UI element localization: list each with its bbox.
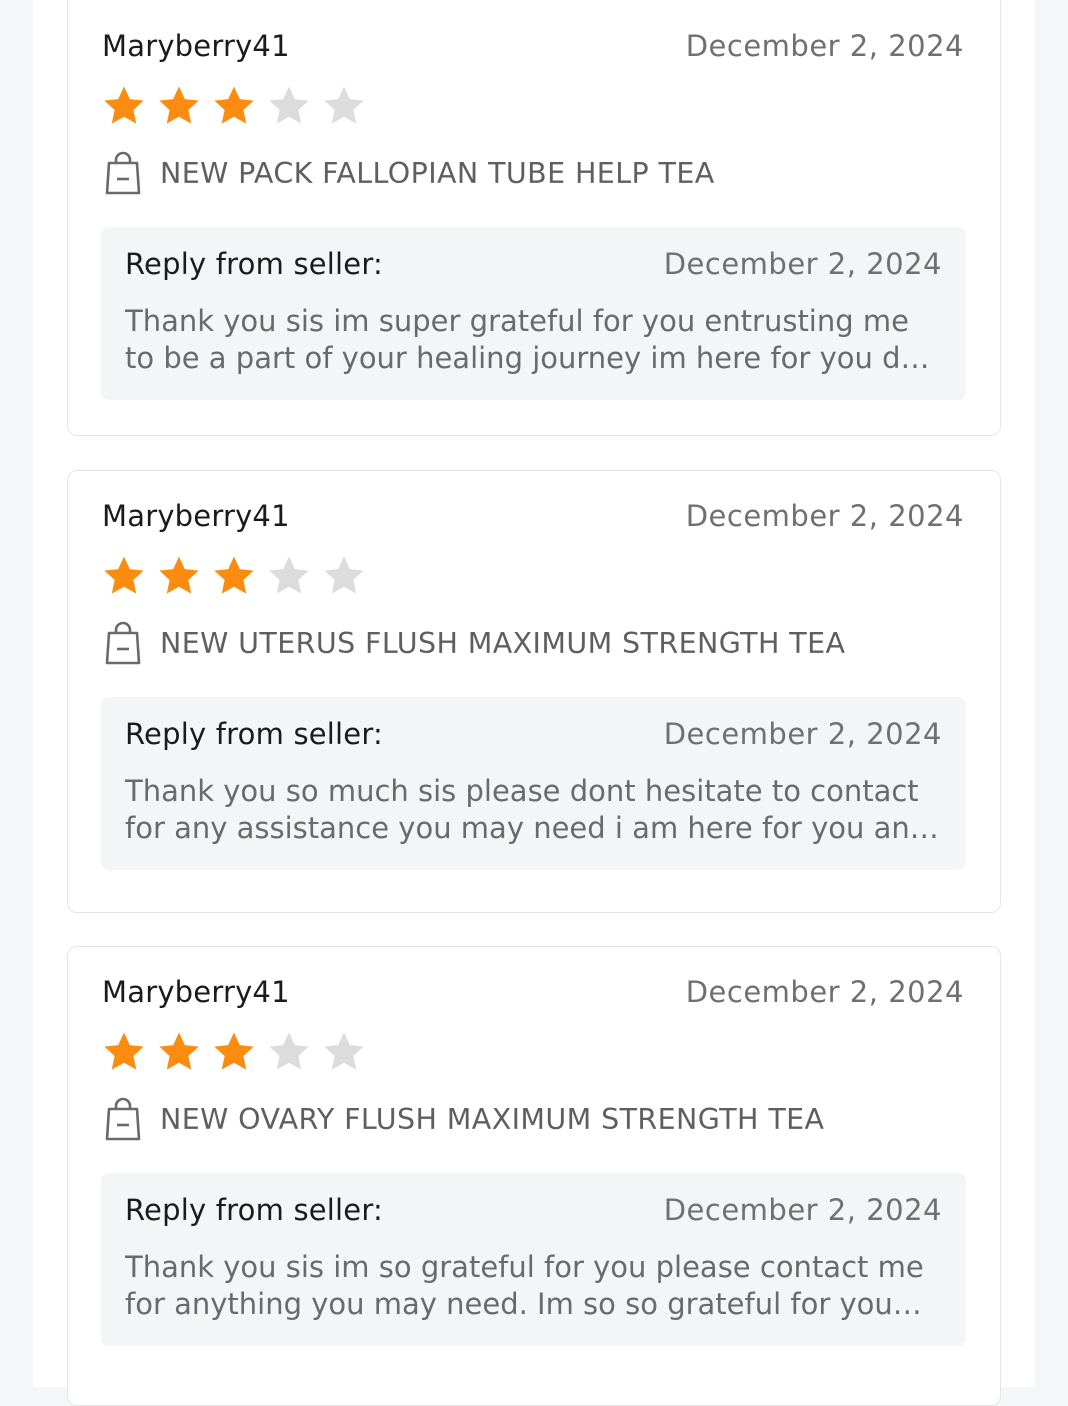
star-filled-icon <box>211 553 266 601</box>
review-card: Maryberry41 December 2, 2024 NEW UTERUS FL… <box>67 470 1001 913</box>
star-empty-icon <box>266 1029 321 1077</box>
product-name[interactable]: NEW PACK FALLOPIAN TUBE HELP TEA <box>160 157 715 190</box>
reviewer-name[interactable]: Maryberry41 <box>102 499 290 533</box>
seller-reply-date: December 2, 2024 <box>663 247 942 281</box>
purchased-product[interactable]: NEW PACK FALLOPIAN TUBE HELP TEA <box>104 151 970 195</box>
review-card: Maryberry41 December 2, 2024 NEW OVARY FLU… <box>67 946 1001 1406</box>
shopping-bag-icon <box>104 621 142 665</box>
product-name[interactable]: NEW OVARY FLUSH MAXIMUM STRENGTH TEA <box>160 1103 824 1136</box>
reviewer-name[interactable]: Maryberry41 <box>102 975 290 1009</box>
review-header: Maryberry41 December 2, 2024 <box>102 975 964 1009</box>
star-rating <box>101 1029 376 1077</box>
review-header: Maryberry41 December 2, 2024 <box>102 499 964 533</box>
reviews-page: Maryberry41 December 2, 2024 NEW PACK FALL… <box>33 0 1035 1406</box>
star-empty-icon <box>266 83 321 131</box>
star-filled-icon <box>101 83 156 131</box>
star-filled-icon <box>211 1029 266 1077</box>
review-card: Maryberry41 December 2, 2024 NEW PACK FALL… <box>67 0 1001 436</box>
star-rating <box>101 553 376 601</box>
seller-reply-text: Thank you sis im super grateful for you … <box>125 304 936 375</box>
seller-reply-date: December 2, 2024 <box>663 717 942 751</box>
seller-reply[interactable]: Reply from seller: December 2, 2024 Thank … <box>101 227 966 400</box>
seller-reply-header: Reply from seller: December 2, 2024 <box>125 717 942 751</box>
seller-reply-header: Reply from seller: December 2, 2024 <box>125 247 942 281</box>
product-name[interactable]: NEW UTERUS FLUSH MAXIMUM STRENGTH TEA <box>160 627 845 660</box>
seller-reply-text: Thank you so much sis please dont hesita… <box>125 774 929 845</box>
star-filled-icon <box>156 553 211 601</box>
seller-reply-label: Reply from seller: <box>125 717 383 751</box>
purchased-product[interactable]: NEW UTERUS FLUSH MAXIMUM STRENGTH TEA <box>104 621 970 665</box>
reviewer-name[interactable]: Maryberry41 <box>102 29 290 63</box>
seller-reply-label: Reply from seller: <box>125 247 383 281</box>
purchased-product[interactable]: NEW OVARY FLUSH MAXIMUM STRENGTH TEA <box>104 1097 970 1141</box>
review-date: December 2, 2024 <box>685 499 964 533</box>
seller-reply-header: Reply from seller: December 2, 2024 <box>125 1193 942 1227</box>
star-filled-icon <box>156 83 211 131</box>
star-empty-icon <box>266 553 321 601</box>
star-filled-icon <box>101 553 156 601</box>
shopping-bag-icon <box>104 1097 142 1141</box>
star-filled-icon <box>211 83 266 131</box>
star-empty-icon <box>321 83 376 131</box>
star-filled-icon <box>101 1029 156 1077</box>
star-empty-icon <box>321 553 376 601</box>
seller-reply-date: December 2, 2024 <box>663 1193 942 1227</box>
seller-reply-label: Reply from seller: <box>125 1193 383 1227</box>
star-empty-icon <box>321 1029 376 1077</box>
review-header: Maryberry41 December 2, 2024 <box>102 29 964 63</box>
shopping-bag-icon <box>104 151 142 195</box>
review-date: December 2, 2024 <box>685 29 964 63</box>
star-filled-icon <box>156 1029 211 1077</box>
seller-reply[interactable]: Reply from seller: December 2, 2024 Thank … <box>101 697 966 870</box>
seller-reply-text: Thank you sis im so grateful for you ple… <box>125 1250 924 1321</box>
seller-reply[interactable]: Reply from seller: December 2, 2024 Thank … <box>101 1173 966 1346</box>
review-date: December 2, 2024 <box>685 975 964 1009</box>
star-rating <box>101 83 376 131</box>
